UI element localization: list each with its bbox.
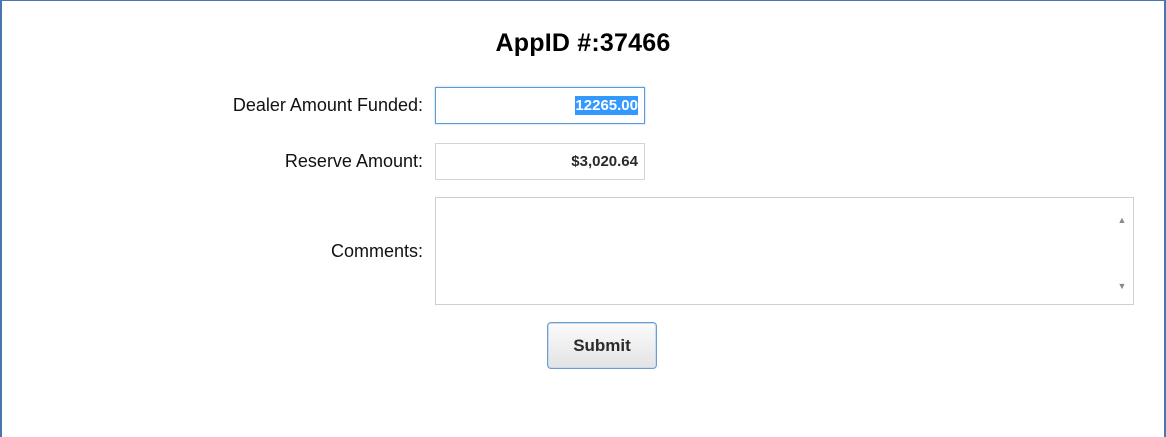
reserve-amount-label: Reserve Amount: <box>284 151 423 171</box>
comments-label: Comments: <box>330 241 423 261</box>
scroll-down-arrow-icon[interactable]: ▼ <box>1111 281 1133 291</box>
reserve-amount-value: $3,020.64 <box>571 153 638 170</box>
dealer-amount-funded-input[interactable]: 12265.00 <box>435 87 645 124</box>
reserve-amount-input[interactable]: $3,020.64 <box>435 143 645 180</box>
dealer-amount-funded-value: 12265.00 <box>575 96 638 115</box>
comments-scrollbar[interactable]: ▲ ▼ <box>1111 198 1133 304</box>
comments-textarea[interactable]: ▲ ▼ <box>435 197 1134 305</box>
scroll-up-arrow-icon[interactable]: ▲ <box>1111 215 1133 225</box>
page-title: AppID #:37466 <box>495 29 671 57</box>
dealer-amount-funded-label: Dealer Amount Funded: <box>232 95 423 115</box>
form-panel: AppID #:37466 Dealer Amount Funded: 1226… <box>0 0 1166 437</box>
submit-button[interactable]: Submit <box>547 322 657 369</box>
